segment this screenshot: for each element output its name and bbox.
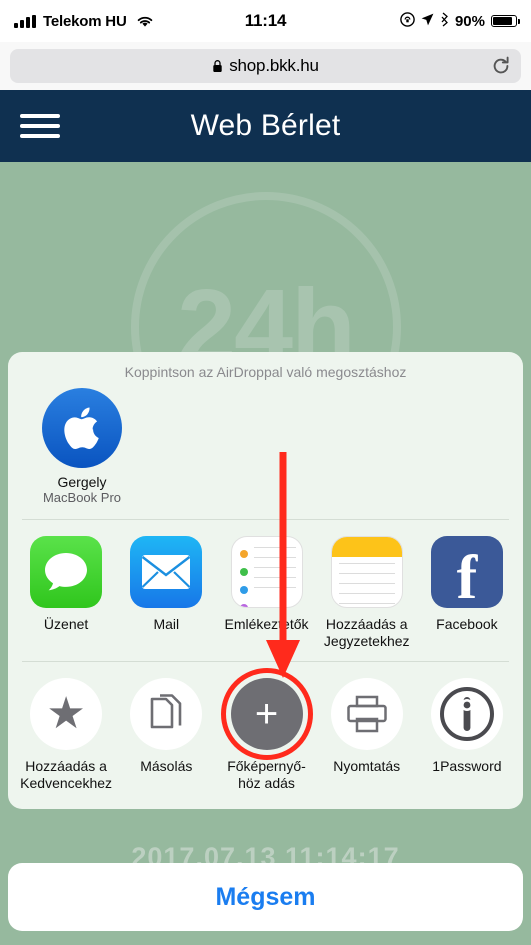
- lock-icon: [212, 59, 223, 73]
- printer-icon: [330, 678, 403, 751]
- share-app-label: Facebook: [436, 616, 498, 632]
- share-action-add-to-favorites[interactable]: ★ Hozzáadás a Kedvencekhez: [16, 678, 116, 791]
- apple-logo-icon: [42, 388, 122, 468]
- browser-toolbar: shop.bkk.hu: [0, 42, 531, 90]
- share-app-facebook[interactable]: f Facebook: [417, 536, 517, 649]
- app-header: Web Bérlet: [0, 90, 531, 162]
- share-app-notes[interactable]: Hozzáadás a Jegyzetekhez: [317, 536, 417, 649]
- share-actions-row: ★ Hozzáadás a Kedvencekhez Másolás + Fők…: [8, 662, 523, 809]
- airdrop-name: Gergely: [57, 474, 107, 490]
- airdrop-device: MacBook Pro: [42, 490, 122, 505]
- share-app-label: Hozzáadás a Jegyzetekhez: [323, 616, 410, 649]
- share-action-label: Hozzáadás a Kedvencekhez: [20, 758, 113, 791]
- notes-header-band: [331, 537, 402, 557]
- url-text: shop.bkk.hu: [229, 56, 319, 75]
- share-app-label: Üzenet: [43, 616, 89, 632]
- cancel-button[interactable]: Mégsem: [8, 863, 523, 931]
- share-action-copy[interactable]: Másolás: [116, 678, 216, 791]
- reminders-icon: [230, 536, 303, 608]
- share-action-label: Főképernyő-höz adás: [227, 758, 306, 791]
- share-action-label: Nyomtatás: [333, 758, 401, 775]
- messages-icon: [30, 536, 103, 608]
- page-title: Web Bérlet: [190, 109, 341, 142]
- reload-icon[interactable]: [491, 56, 511, 76]
- share-app-label: Mail: [153, 616, 180, 632]
- url-input[interactable]: shop.bkk.hu: [10, 49, 521, 83]
- reminders-dots: [239, 550, 248, 607]
- facebook-icon: f: [430, 536, 503, 608]
- copy-icon: [130, 678, 203, 751]
- 1password-icon: [430, 678, 503, 751]
- status-bar: Telekom HU 11:14 90%: [0, 0, 531, 42]
- notes-icon: [330, 536, 403, 608]
- star-icon: ★: [30, 678, 103, 751]
- mail-icon: [130, 536, 203, 608]
- add-to-home-screen-icon: +: [220, 668, 313, 761]
- airdrop-hint: Koppintson az AirDroppal való megosztásh…: [124, 364, 407, 380]
- notes-lines: [332, 557, 402, 604]
- share-action-label: Másolás: [140, 758, 193, 775]
- airdrop-target[interactable]: Gergely MacBook Pro: [30, 388, 134, 505]
- share-action-print[interactable]: Nyomtatás: [317, 678, 417, 791]
- share-action-add-to-home-screen[interactable]: + Főképernyő-höz adás: [216, 668, 316, 791]
- share-app-label: Emlékeztetők: [224, 616, 309, 632]
- share-sheet: Koppintson az AirDroppal való megosztásh…: [8, 352, 523, 810]
- share-action-1password[interactable]: 1Password: [417, 678, 517, 791]
- battery-icon: [491, 15, 520, 27]
- share-app-messages[interactable]: Üzenet: [16, 536, 116, 649]
- share-app-mail[interactable]: Mail: [116, 536, 216, 649]
- share-apps-row: Üzenet Mail Emlékeztetők Hozzáadás a Jeg…: [8, 520, 523, 661]
- reminders-lines: [253, 547, 296, 597]
- airdrop-row: Gergely MacBook Pro: [8, 386, 523, 519]
- share-action-label: 1Password: [432, 758, 502, 775]
- share-app-reminders[interactable]: Emlékeztetők: [216, 536, 316, 649]
- clock-label: 11:14: [244, 11, 287, 30]
